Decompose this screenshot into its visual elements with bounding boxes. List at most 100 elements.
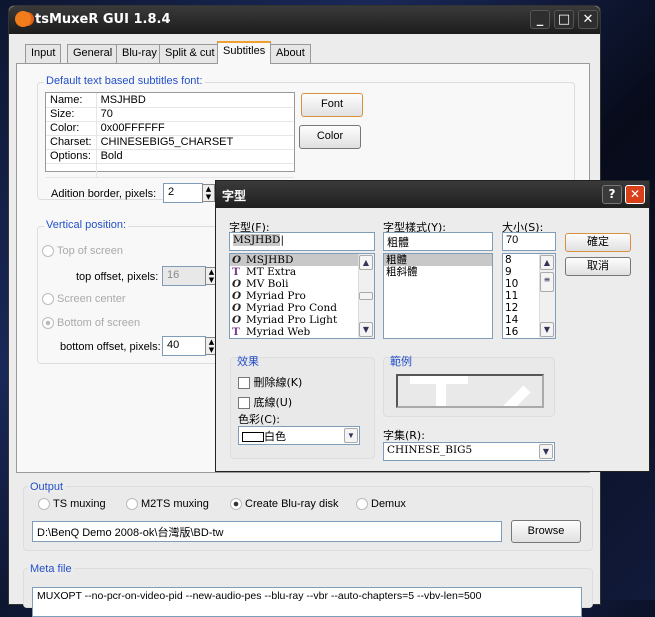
- scroll-thumb[interactable]: [359, 292, 373, 300]
- font-name: Myriad Pro Cond: [246, 302, 337, 314]
- font-dialog: 字型 ? ✕ 字型(F): MSJHBD| O MSJHBD T MT Extra O M…: [215, 180, 650, 472]
- prop-value: MSJHBD: [96, 93, 294, 108]
- font-properties-table: Name: MSJHBD Size: 70 Color: 0x00FFFFFF Cha…: [45, 92, 295, 178]
- bottom-offset-input[interactable]: 40: [162, 336, 206, 356]
- tab-general[interactable]: General: [67, 44, 119, 63]
- font-name: MT Extra: [246, 266, 297, 278]
- font-style-list[interactable]: 粗體 粗斜體: [383, 253, 493, 339]
- border-input[interactable]: 2: [163, 183, 203, 203]
- checkbox-label: 底線(U): [253, 396, 293, 409]
- meta-textarea[interactable]: MUXOPT --no-pcr-on-video-pid --new-audio…: [32, 587, 582, 617]
- output-group-label: Output: [28, 481, 66, 493]
- vertical-group-label: Vertical position:: [44, 219, 129, 231]
- charset-value: CHINESE_BIG5: [387, 444, 473, 456]
- font-name: Myriad Pro: [246, 290, 306, 302]
- top-of-screen-radio[interactable]: Top of screen: [42, 245, 124, 258]
- bottom-of-screen-radio[interactable]: Bottom of screen: [42, 317, 141, 330]
- font-name-input[interactable]: MSJHBD|: [229, 232, 375, 251]
- radio-label: Create Blu-ray disk: [245, 498, 339, 510]
- prop-key: Size:: [46, 107, 97, 122]
- underline-checkbox[interactable]: 底線(U): [238, 394, 292, 410]
- close-button[interactable]: ✕: [578, 10, 598, 29]
- font-size-input[interactable]: 70: [502, 232, 556, 251]
- table-row: Options: Bold: [46, 149, 294, 164]
- border-label: Adition border, pixels:: [51, 188, 157, 200]
- demux-radio[interactable]: Demux: [356, 498, 406, 511]
- radio-label: Top of screen: [57, 245, 124, 257]
- font-size-list[interactable]: 8 9 10 11 12 14 16 ▲ ≡ ▼: [502, 253, 556, 339]
- font-list-item[interactable]: T MT Extra: [230, 266, 358, 278]
- effects-group: 效果 刪除線(K) 底線(U) 色彩(C): 白色 ▼: [230, 355, 375, 459]
- scroll-up-icon[interactable]: ▲: [359, 255, 373, 270]
- radio-label: Bottom of screen: [57, 317, 141, 329]
- font-group-label: Default text based subtitles font:: [44, 75, 205, 87]
- tab-split-cut[interactable]: Split & cut: [159, 44, 221, 63]
- radio-label: M2TS muxing: [141, 498, 209, 510]
- font-list[interactable]: O MSJHBD T MT Extra O MV Boli O Myriad Pro O Myri…: [229, 253, 375, 339]
- scroll-down-icon[interactable]: ▼: [540, 322, 554, 337]
- opentype-font-icon: O: [232, 314, 242, 326]
- create-bluray-radio[interactable]: Create Blu-ray disk: [230, 498, 339, 511]
- tab-about[interactable]: About: [270, 44, 311, 63]
- scroll-up-icon[interactable]: ▲: [540, 255, 554, 270]
- font-list-item[interactable]: O Myriad Pro Light: [230, 314, 358, 326]
- table-row: Size: 70: [46, 107, 294, 122]
- font-dialog-title: 字型: [222, 189, 247, 203]
- list-item[interactable]: 粗體: [384, 254, 492, 266]
- chevron-down-icon[interactable]: ▼: [344, 428, 358, 443]
- font-list-scrollbar[interactable]: ▲ ▼: [358, 254, 374, 338]
- opentype-font-icon: O: [232, 278, 242, 290]
- font-name: Myriad Web: [246, 326, 311, 338]
- output-path-input[interactable]: D:\BenQ Demo 2008-ok\台灣版\BD-tw: [32, 521, 502, 542]
- opentype-font-icon: O: [232, 290, 242, 302]
- font-button[interactable]: Font: [301, 93, 363, 117]
- size-list-scrollbar[interactable]: ▲ ≡ ▼: [539, 254, 555, 338]
- window-title: tsMuxeR GUI 1.8.4: [35, 12, 171, 27]
- empty-cell: [46, 163, 97, 178]
- help-button[interactable]: ?: [602, 185, 622, 204]
- tab-input[interactable]: Input: [25, 44, 62, 63]
- strikeout-checkbox[interactable]: 刪除線(K): [238, 374, 302, 390]
- table-row: Charset: CHINESEBIG5_CHARSET: [46, 135, 294, 150]
- charset-select[interactable]: CHINESE_BIG5 ▼: [383, 442, 555, 461]
- maximize-button[interactable]: □: [554, 10, 574, 29]
- color-value: 白色: [264, 431, 286, 443]
- bottom-offset-label: bottom offset, pixels:: [60, 341, 161, 353]
- font-list-item[interactable]: T Myriad Web: [230, 326, 358, 338]
- font-name-value: MSJHBD: [233, 234, 281, 246]
- ok-button[interactable]: 確定: [565, 233, 631, 252]
- font-list-item[interactable]: O MV Boli: [230, 278, 358, 290]
- meta-group-label: Meta file: [28, 563, 74, 575]
- checkbox-label: 刪除線(K): [253, 376, 303, 389]
- prop-key: Name:: [46, 93, 97, 108]
- cancel-button[interactable]: 取消: [565, 257, 631, 276]
- font-list-item[interactable]: O Myriad Pro: [230, 290, 358, 302]
- prop-key: Color:: [46, 121, 97, 136]
- tab-subtitles[interactable]: Subtitles: [217, 41, 272, 64]
- opentype-font-icon: O: [232, 302, 242, 314]
- scroll-thumb[interactable]: ≡: [540, 272, 554, 292]
- font-list-item[interactable]: O MSJHBD: [230, 254, 358, 266]
- minimize-button[interactable]: _: [530, 10, 550, 29]
- color-button[interactable]: Color: [299, 125, 361, 149]
- border-spinner[interactable]: ▲ ▼: [202, 184, 215, 202]
- color-select[interactable]: 白色 ▼: [238, 426, 360, 445]
- tab-bluray[interactable]: Blu-ray: [116, 44, 163, 63]
- scroll-down-icon[interactable]: ▼: [359, 322, 373, 337]
- m2ts-muxing-radio[interactable]: M2TS muxing: [126, 498, 209, 511]
- top-offset-input[interactable]: 16: [162, 266, 206, 286]
- screen-center-radio[interactable]: Screen center: [42, 293, 126, 306]
- prop-key: Options:: [46, 149, 97, 164]
- prop-value: Bold: [96, 149, 294, 164]
- browse-button[interactable]: Browse: [511, 520, 581, 543]
- font-style-input[interactable]: 粗體: [383, 232, 493, 251]
- opentype-font-icon: O: [232, 254, 242, 266]
- dialog-close-button[interactable]: ✕: [625, 185, 645, 204]
- list-item[interactable]: 粗斜體: [384, 266, 492, 278]
- radio-label: Screen center: [57, 293, 126, 305]
- ts-muxing-radio[interactable]: TS muxing: [38, 498, 106, 511]
- prop-value: CHINESEBIG5_CHARSET: [96, 135, 294, 150]
- chevron-down-icon[interactable]: ▼: [539, 444, 553, 459]
- table-row: Name: MSJHBD: [46, 93, 294, 108]
- font-list-item[interactable]: O Myriad Pro Cond: [230, 302, 358, 314]
